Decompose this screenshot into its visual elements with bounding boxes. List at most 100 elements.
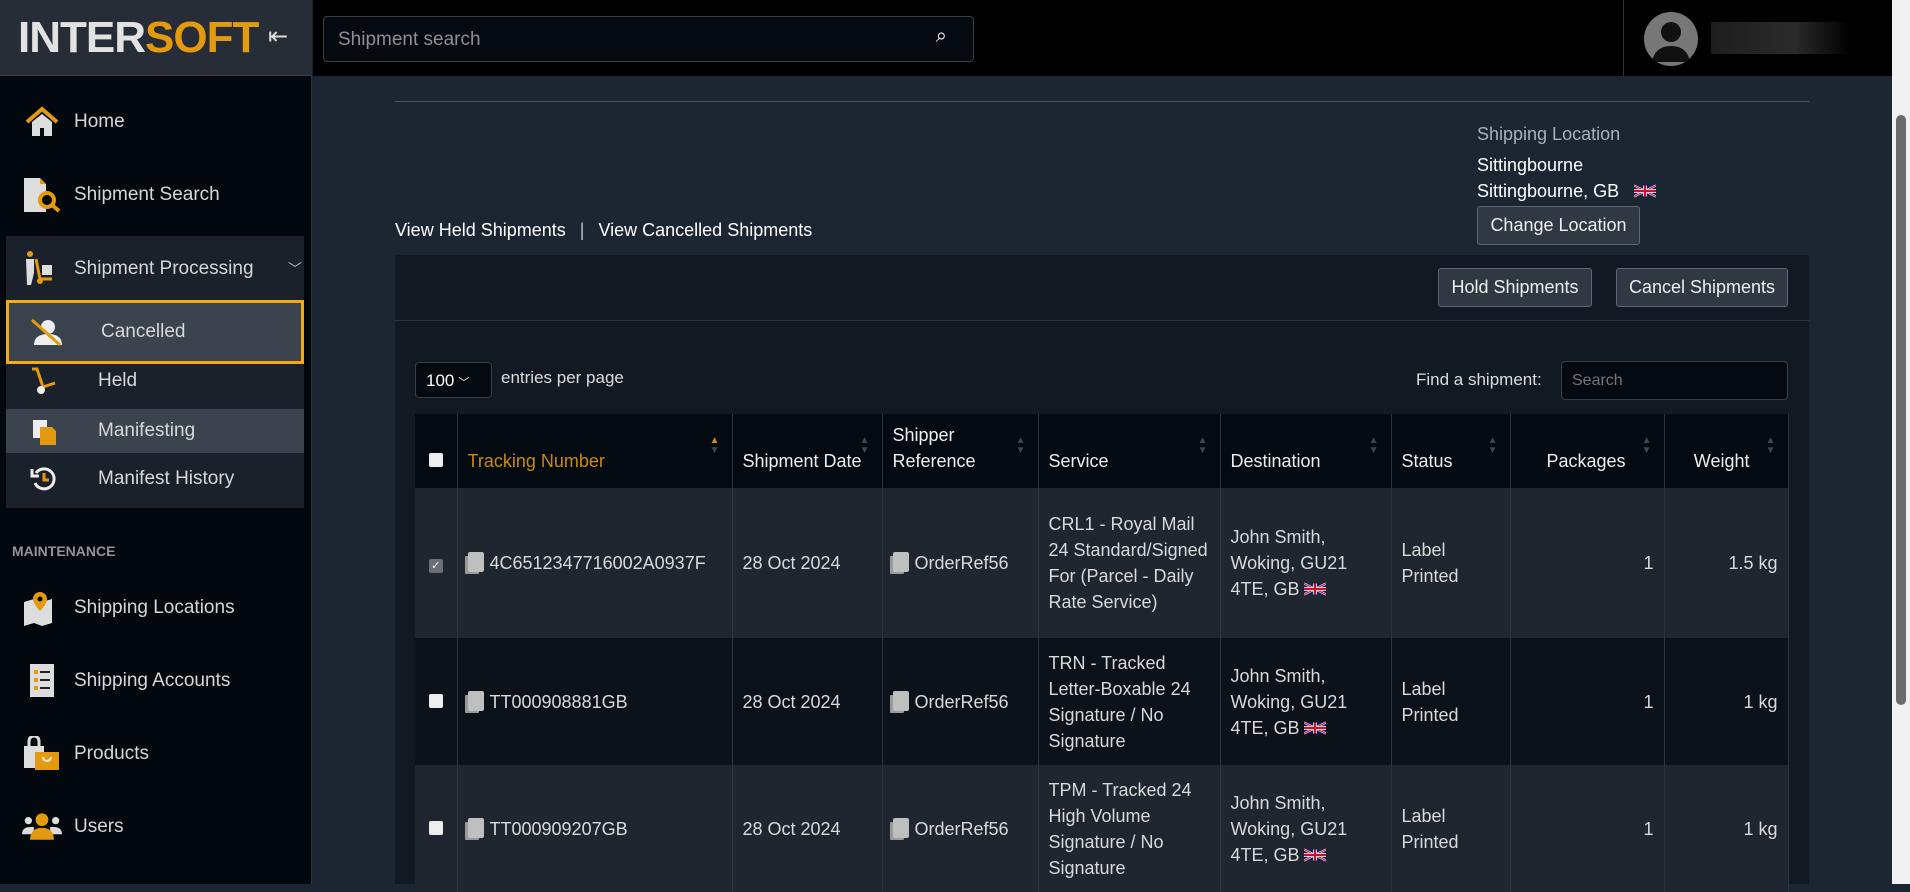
sort-icon: ▲ ▼ [709,435,720,456]
service: TPM - Tracked 24 High Volume Signature /… [1038,765,1221,892]
sort-icon: ▲ ▼ [1487,435,1498,456]
dolly-icon [24,367,64,395]
weight: 1.5 kg [1664,488,1789,638]
clipboard-icon [24,417,64,445]
users-icon [22,809,62,845]
view-cancelled-shipments-link[interactable]: View Cancelled Shipments [598,220,812,240]
intersoft-logo[interactable]: INTERSOFT [18,16,259,60]
divider [1623,0,1624,76]
copy-icon[interactable] [892,690,909,711]
bag-icon [22,736,62,772]
uk-flag-icon [1304,721,1326,735]
copy-icon[interactable] [892,817,909,838]
sidebar-item-shipment-search[interactable]: Shipment Search [22,175,220,215]
copy-icon[interactable] [467,817,484,838]
service: CRL1 - Royal Mail 24 Standard/Signed For… [1038,488,1221,638]
find-shipment-input[interactable]: Search [1561,361,1788,400]
shipments-panel: Hold Shipments Cancel Shipments 100 ﹀ ent… [395,255,1809,892]
uk-flag-icon [1304,848,1326,862]
hand-truck-icon [22,251,62,287]
weight: 1 kg [1664,638,1789,765]
document-search-icon [22,177,62,213]
chevron-down-icon: ﹀ [288,261,302,277]
shipper-reference: OrderRef56 [914,691,1009,712]
sidebar-item-held[interactable]: Held [6,359,304,403]
home-icon [22,104,62,140]
weight: 1 kg [1664,765,1789,892]
location-address: Sittingbourne, GB [1477,181,1656,202]
hold-shipments-button[interactable]: Hold Shipments [1438,268,1592,307]
sort-icon: ▲ ▼ [1368,435,1379,456]
tracking-number[interactable]: TT000908881GB [490,692,628,712]
shipment-date: 28 Oct 2024 [732,765,883,892]
copy-icon[interactable] [892,552,909,572]
entries-per-page-select[interactable]: 100 ﹀ [415,362,492,398]
sidebar-item-shipping-accounts[interactable]: Shipping Accounts [22,661,230,701]
uk-flag-icon [1304,582,1326,596]
column-shipper-reference[interactable]: Shipper Reference ▲ ▼ [882,414,1039,488]
column-service[interactable]: Service ▲ ▼ [1038,414,1221,488]
scrollbar-thumb[interactable] [1896,115,1906,705]
change-location-button[interactable]: Change Location [1477,206,1640,245]
table-row[interactable]: ✓ 4C6512347716002A0937F 28 Oct 2024 Orde… [415,488,1789,638]
chevron-down-icon: ﹀ [458,377,470,389]
search-icon[interactable]: ⌕ [936,25,947,48]
status: Label Printed [1391,765,1511,892]
sort-icon: ▲ ▼ [1641,435,1652,456]
destination: John Smith, Woking, GU21 4TE, GB [1220,638,1392,765]
divider [395,101,1809,102]
destination: John Smith, Woking, GU21 4TE, GB [1220,488,1392,638]
location-name: Sittingbourne [1477,155,1584,175]
shipper-reference: OrderRef56 [914,818,1009,839]
divider [395,320,1809,321]
shipments-table: Tracking Number ▲ ▼ Shipment Date ▲ ▼ Shippe… [415,414,1789,892]
row-checkbox[interactable]: ✓ [428,559,443,573]
shipper-reference: OrderRef56 [914,553,1009,573]
scrollbar[interactable] [1892,0,1910,884]
shipment-search-input[interactable]: Shipment search ⌕ [323,16,974,62]
cancel-shipments-button[interactable]: Cancel Shipments [1616,268,1788,307]
column-tracking-number[interactable]: Tracking Number ▲ ▼ [457,414,733,488]
sidebar: INTERSOFT ⇤ Home Shipment Search Shipmen… [0,0,312,884]
packages: 1 [1510,488,1665,638]
select-all-checkbox[interactable] [428,453,443,467]
column-shipment-date[interactable]: Shipment Date ▲ ▼ [732,414,883,488]
row-checkbox[interactable] [428,693,443,708]
sort-icon: ▲ ▼ [1197,435,1208,456]
sidebar-group-shipment-processing[interactable]: Shipment Processing ﹀ [22,249,302,289]
table-row[interactable]: TT000909207GB 28 Oct 2024 OrderRef56 TPM… [415,765,1789,892]
sidebar-item-cancelled[interactable]: Cancelled [6,300,304,364]
sidebar-item-home[interactable]: Home [22,102,125,142]
collapse-sidebar-icon[interactable]: ⇤ [268,22,288,51]
user-name-redacted[interactable] [1711,22,1851,54]
avatar[interactable] [1644,12,1698,66]
view-links: View Held Shipments | View Cancelled Shipm… [395,220,813,240]
sidebar-item-shipping-locations[interactable]: Shipping Locations [22,588,235,628]
view-held-shipments-link[interactable]: View Held Shipments [395,220,566,240]
column-destination[interactable]: Destination ▲ ▼ [1220,414,1392,488]
copy-icon[interactable] [467,552,484,572]
sort-icon: ▲ ▼ [859,435,870,456]
sidebar-item-manifesting[interactable]: Manifesting [6,409,304,453]
tracking-number[interactable]: 4C6512347716002A0937F [490,553,706,573]
row-checkbox[interactable] [428,820,443,835]
packages: 1 [1510,638,1665,765]
tracking-number[interactable]: TT000909207GB [490,819,628,839]
shipment-date: 28 Oct 2024 [732,638,883,765]
sidebar-item-users[interactable]: Users [22,807,124,847]
sidebar-item-products[interactable]: Products [22,734,149,774]
sidebar-item-manifest-history[interactable]: Manifest History [6,457,304,501]
brand-bar: INTERSOFT ⇤ [0,0,312,76]
status: Label Printed [1391,638,1511,765]
copy-icon[interactable] [467,690,484,711]
find-shipment-label: Find a shipment: [1416,370,1542,389]
sort-icon: ▲ ▼ [1015,435,1026,456]
packages: 1 [1510,765,1665,892]
history-icon [24,465,64,493]
column-status[interactable]: Status ▲ ▼ [1391,414,1511,488]
shipment-date: 28 Oct 2024 [732,488,883,638]
table-row[interactable]: TT000908881GB 28 Oct 2024 OrderRef56 TRN… [415,638,1789,765]
column-packages[interactable]: Packages ▲ ▼ [1510,414,1665,488]
column-weight[interactable]: Weight ▲ ▼ [1664,414,1789,488]
maintenance-heading: MAINTENANCE [12,543,116,559]
